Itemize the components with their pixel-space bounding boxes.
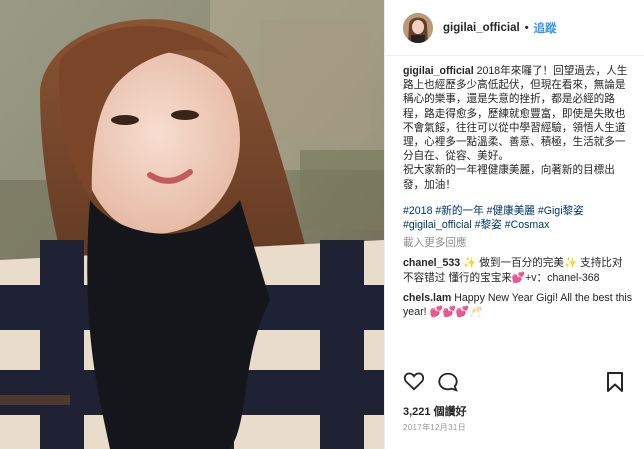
post-username[interactable]: gigilai_official — [443, 22, 520, 34]
hashtags[interactable]: #2018 #新的一年 #健康美麗 #Gigi黎姿 #gigilai_offic… — [403, 204, 635, 232]
comments-section: gigilai_official 2018年來囉了！回望過去，人生路上也經歷多少… — [403, 64, 635, 319]
post-photo[interactable] — [0, 0, 384, 449]
comment-item: chels.lam Happy New Year Gigi! All the b… — [403, 291, 635, 319]
action-bar — [403, 371, 625, 395]
bookmark-icon[interactable] — [605, 371, 625, 396]
comment-icon[interactable] — [437, 371, 459, 396]
post-header: gigilai_official • 追蹤 — [385, 0, 644, 56]
comment-item: chanel_533 ✨ 做到一百分的完美✨ 支持比对 不容错过 懂行的宝宝来💕… — [403, 256, 635, 284]
caption-username[interactable]: gigilai_official — [403, 65, 474, 77]
likes-count[interactable]: 3,221 個讚好 — [403, 403, 467, 419]
post-date: 2017年12月31日 — [403, 423, 466, 432]
instagram-post: gigilai_official • 追蹤 gigilai_official 2… — [0, 0, 644, 449]
load-more-comments-link[interactable]: 載入更多回應 — [403, 236, 635, 250]
comment-username[interactable]: chanel_533 — [403, 257, 460, 269]
caption-text: 2018年來囉了！回望過去，人生路上也經歷多少高低起伏，但現在看來，無論是稱心的… — [403, 65, 628, 191]
follow-button[interactable]: 追蹤 — [534, 20, 557, 36]
post-sidebar: gigilai_official • 追蹤 gigilai_official 2… — [384, 0, 644, 449]
comment-username[interactable]: chels.lam — [403, 292, 451, 304]
caption: gigilai_official 2018年來囉了！回望過去，人生路上也經歷多少… — [403, 64, 635, 192]
avatar[interactable] — [403, 12, 433, 43]
portrait-image — [0, 0, 384, 449]
heart-icon[interactable] — [403, 371, 425, 394]
separator-dot: • — [524, 21, 529, 34]
